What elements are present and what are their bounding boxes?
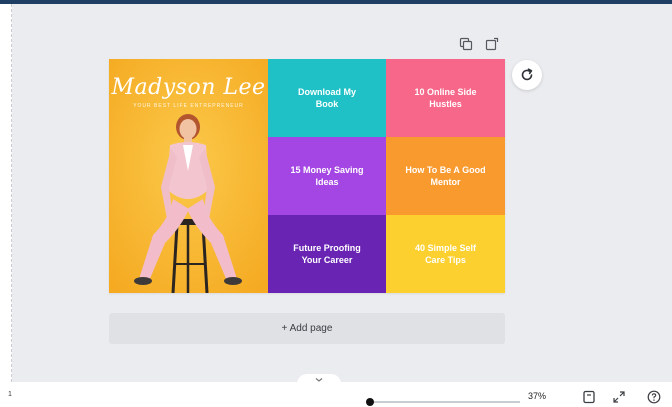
- zoom-slider[interactable]: [366, 398, 520, 406]
- add-page-button[interactable]: + Add page: [109, 313, 505, 344]
- refresh-icon: [521, 68, 533, 81]
- hero-photo: Madyson Lee YOUR BEST LIFE ENTREPRENEUR: [109, 59, 268, 293]
- tile-download-my-book[interactable]: Download My Book: [268, 59, 386, 137]
- topic-grid: Download My Book 10 Online Side Hustles …: [268, 59, 505, 293]
- help-icon: [647, 390, 661, 404]
- hero-subtitle: YOUR BEST LIFE ENTREPRENEUR: [133, 103, 244, 109]
- page-grid-button[interactable]: [582, 390, 596, 404]
- fullscreen-button[interactable]: [612, 390, 626, 404]
- help-button[interactable]: [647, 390, 661, 404]
- tile-online-side-hustles[interactable]: 10 Online Side Hustles: [386, 59, 505, 137]
- chevron-down-icon: [315, 378, 323, 382]
- notes-label[interactable]: 1: [8, 391, 12, 398]
- page-tools: [458, 36, 500, 52]
- collapse-notes-button[interactable]: [297, 374, 341, 386]
- footer-bar: 1 37%: [0, 386, 672, 407]
- tile-future-proofing-career[interactable]: Future Proofing Your Career: [268, 215, 386, 293]
- tile-good-mentor[interactable]: How To Be A Good Mentor: [386, 137, 505, 215]
- zoom-level[interactable]: 37%: [528, 391, 546, 401]
- duplicate-page-icon[interactable]: [458, 36, 474, 52]
- tile-self-care-tips[interactable]: 40 Simple Self Care Tips: [386, 215, 505, 293]
- add-page-icon[interactable]: [484, 36, 500, 52]
- tile-money-saving-ideas[interactable]: 15 Money Saving Ideas: [268, 137, 386, 215]
- side-panel-edge: [0, 4, 12, 382]
- refresh-button[interactable]: [512, 60, 542, 90]
- fullscreen-icon: [613, 391, 625, 403]
- design-page[interactable]: Madyson Lee YOUR BEST LIFE ENTREPRENEUR …: [109, 59, 505, 293]
- page-grid-icon: [583, 390, 595, 404]
- zoom-slider-handle[interactable]: [366, 398, 374, 406]
- hero-name: Madyson Lee: [111, 75, 266, 100]
